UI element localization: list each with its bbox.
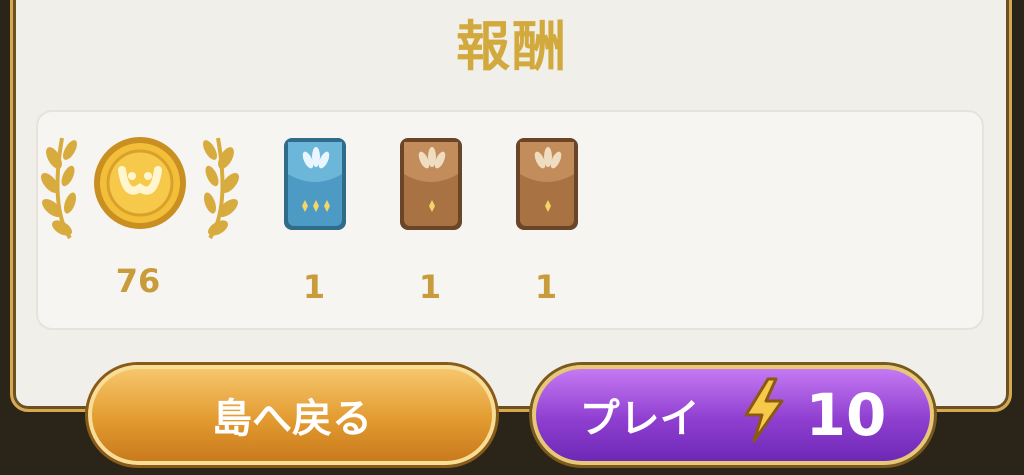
- play-button[interactable]: プレイ 10: [532, 365, 934, 465]
- lightning-bolt-icon: [740, 377, 786, 453]
- brown-pack-icon: [400, 138, 462, 230]
- play-cost: 10: [805, 381, 887, 449]
- reward-brown-pack-2: [512, 130, 584, 234]
- gold-coin-icon: [41, 137, 239, 240]
- reward-brown-pack-2-count: 1: [534, 268, 558, 306]
- brown-pack-icon: [516, 138, 578, 230]
- reward-brown-pack-1: [396, 130, 468, 234]
- back-to-island-button[interactable]: 島へ戻る: [88, 365, 496, 465]
- page-title: 報酬: [456, 15, 568, 78]
- reward-coin-count: 76: [115, 262, 161, 300]
- back-to-island-label: 島へ戻る: [212, 396, 372, 442]
- play-label: プレイ: [579, 396, 700, 442]
- reward-blue-pack-count: 1: [302, 268, 326, 306]
- reward-coin: [40, 128, 240, 248]
- reward-brown-pack-1-count: 1: [418, 268, 442, 306]
- reward-blue-pack: [280, 130, 352, 234]
- blue-pack-icon: [284, 138, 346, 230]
